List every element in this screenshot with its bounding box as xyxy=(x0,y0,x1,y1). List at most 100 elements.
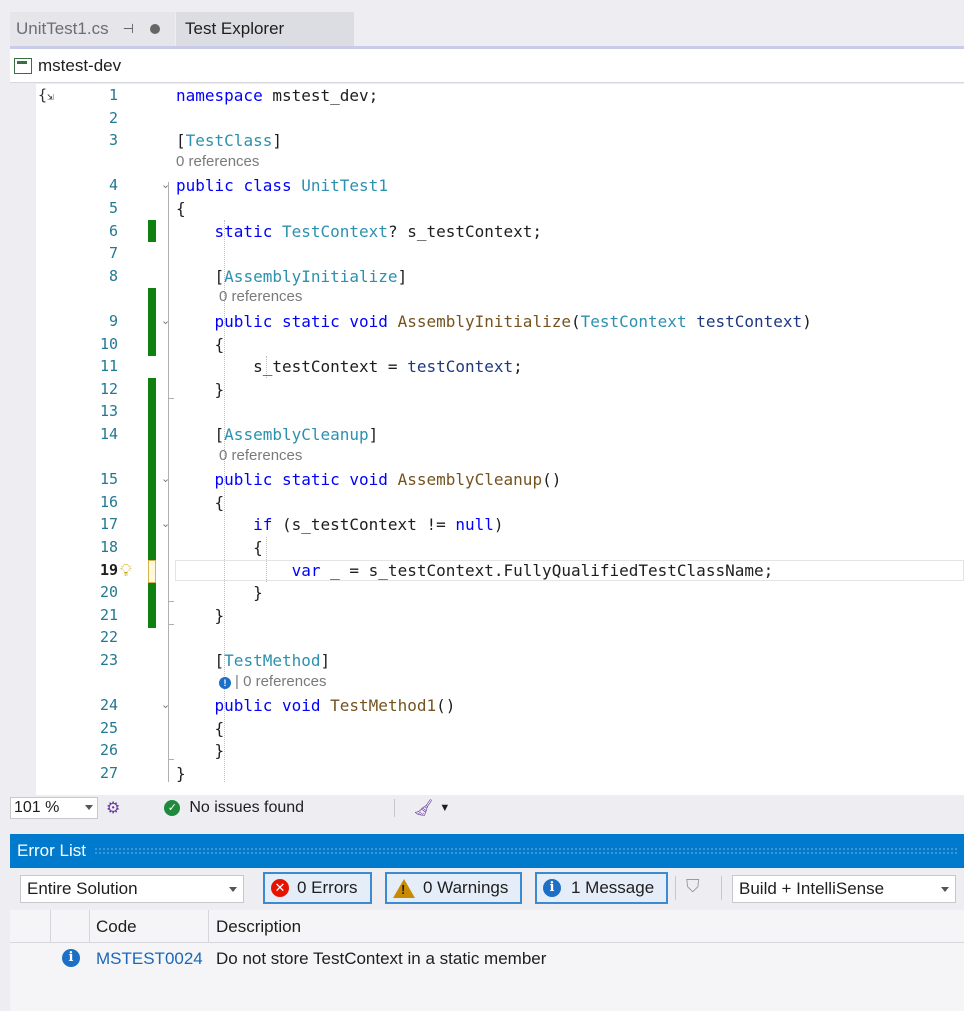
warnings-filter-button[interactable]: ! 0 Warnings xyxy=(385,872,522,904)
fold-chevron-icon[interactable]: ⌄ xyxy=(161,519,171,530)
code-text[interactable]: } xyxy=(176,378,225,401)
code-line[interactable]: 18 { xyxy=(10,536,964,559)
code-line[interactable]: 22 xyxy=(10,626,964,649)
fold-chevron-icon[interactable]: ⌄ xyxy=(161,180,171,191)
code-text[interactable]: [AssemblyCleanup] xyxy=(176,423,379,446)
code-text[interactable]: } xyxy=(176,762,186,785)
code-line[interactable]: 21 } xyxy=(10,604,964,627)
navigation-bar[interactable]: mstest-dev xyxy=(10,49,964,83)
code-text[interactable]: } xyxy=(176,604,225,627)
column-description[interactable]: Description xyxy=(216,917,301,937)
code-text[interactable]: namespace mstest_dev; xyxy=(176,84,378,107)
code-text[interactable]: public static void AssemblyInitialize(Te… xyxy=(176,310,812,333)
code-line[interactable]: 4 ⌄ public class UnitTest1 xyxy=(10,174,964,197)
code-line[interactable]: 23 [TestMethod] xyxy=(10,649,964,672)
column-separator[interactable] xyxy=(208,910,209,942)
code-line[interactable]: 26 } xyxy=(10,739,964,762)
code-line[interactable]: 16 { xyxy=(10,491,964,514)
filter-icon[interactable]: ⛉ xyxy=(686,876,700,897)
code-text[interactable]: [TestClass] xyxy=(176,129,282,152)
code-text[interactable]: s_testContext = testContext; xyxy=(176,355,523,378)
code-line[interactable]: 7 xyxy=(10,242,964,265)
code-token: ) xyxy=(802,312,812,331)
code-token: AssemblyInitialize xyxy=(224,266,398,286)
code-line[interactable]: 27} xyxy=(10,762,964,785)
messages-filter-button[interactable]: i 1 Message xyxy=(535,872,668,904)
code-line[interactable]: 5{ xyxy=(10,197,964,220)
pin-icon[interactable]: ⊣ xyxy=(123,21,134,37)
code-text[interactable]: { xyxy=(176,197,186,220)
code-line[interactable]: 9 ⌄ public static void AssemblyInitialize… xyxy=(10,310,964,333)
code-line[interactable]: 1 namespace mstest_dev; xyxy=(10,84,964,107)
code-line[interactable]: 11 s_testContext = testContext; xyxy=(10,355,964,378)
code-text[interactable]: { xyxy=(176,333,225,356)
tab-unittest1[interactable]: UnitTest1.cs ⊣ xyxy=(10,12,175,46)
code-line[interactable]: 12 } xyxy=(10,378,964,401)
lightbulb-icon[interactable]: 💡︎ xyxy=(120,561,132,581)
tab-test-explorer[interactable]: Test Explorer xyxy=(176,12,354,46)
error-code-link[interactable]: MSTEST0024 xyxy=(96,949,203,969)
column-separator[interactable] xyxy=(89,910,90,942)
code-line[interactable]: 14 [AssemblyCleanup] xyxy=(10,423,964,446)
code-line[interactable]: 25 { xyxy=(10,717,964,740)
column-code[interactable]: Code xyxy=(96,917,137,937)
copilot-icon[interactable]: ⚙ xyxy=(106,798,120,818)
code-text[interactable]: { xyxy=(176,491,225,514)
codelens-references[interactable]: 0 references xyxy=(219,288,302,306)
fold-chevron-icon[interactable]: ⌄ xyxy=(161,700,171,711)
errors-filter-button[interactable]: ✕ 0 Errors xyxy=(263,872,372,904)
code-line[interactable]: 20 } xyxy=(10,581,964,604)
code-text[interactable]: if (s_testContext != null) xyxy=(176,513,503,536)
code-text[interactable]: public void TestMethod1() xyxy=(176,694,456,717)
code-line[interactable]: 15 ⌄ public static void AssemblyCleanup() xyxy=(10,468,964,491)
issues-status[interactable]: No issues found xyxy=(189,799,304,817)
code-token: ] xyxy=(397,266,408,286)
titlebar-grip xyxy=(93,847,958,855)
code-token: () xyxy=(436,696,456,716)
code-text[interactable]: } xyxy=(176,739,225,762)
code-cleanup-icon[interactable]: 🧹︎ xyxy=(413,798,433,818)
code-line[interactable]: 2 xyxy=(10,107,964,130)
code-text[interactable]: static TestContext? s_testContext; xyxy=(176,220,543,243)
code-line[interactable]: 19 var _ = s_testContext.FullyQualifiedT… xyxy=(10,559,964,582)
code-editor[interactable]: {⇲ 1 namespace mstest_dev; 2 3 [TestClass] 0 … xyxy=(10,84,964,795)
info-icon[interactable]: ! xyxy=(219,676,231,689)
codelens-references[interactable]: ! | 0 references xyxy=(219,673,326,691)
scope-dropdown[interactable]: Entire Solution xyxy=(20,875,244,903)
error-list-toolbar: Entire Solution ✕ 0 Errors ! 0 Warnings … xyxy=(10,868,964,910)
code-text[interactable]: { xyxy=(176,717,225,740)
code-text[interactable]: [AssemblyInitialize] xyxy=(176,265,408,288)
code-line[interactable]: 13 xyxy=(10,400,964,423)
codelens-references[interactable]: 0 references xyxy=(176,153,259,171)
code-text[interactable]: public class UnitTest1 xyxy=(176,174,388,197)
codelens-references[interactable]: 0 references xyxy=(219,447,302,465)
code-line[interactable]: 8 [AssemblyInitialize] xyxy=(10,265,964,288)
close-dot-icon[interactable] xyxy=(149,24,160,34)
table-row[interactable]: i MSTEST0024 Do not store TestContext in… xyxy=(10,943,964,973)
code-token: [ xyxy=(176,651,225,670)
line-number: 22 xyxy=(99,628,118,647)
code-line[interactable]: 6 static TestContext? s_testContext; xyxy=(10,220,964,243)
code-token: TestContext xyxy=(281,221,388,241)
code-text[interactable]: { xyxy=(176,536,263,559)
fold-chevron-icon[interactable]: ⌄ xyxy=(161,316,171,327)
code-line[interactable]: 10 { xyxy=(10,333,964,356)
code-text[interactable]: [TestMethod] xyxy=(176,649,331,672)
code-text[interactable]: var _ = s_testContext.FullyQualifiedTest… xyxy=(176,559,774,582)
code-line[interactable]: 17 ⌄ if (s_testContext != null) xyxy=(10,513,964,536)
divider xyxy=(394,799,396,817)
chevron-down-icon[interactable]: ▼ xyxy=(439,802,450,814)
code-text[interactable]: public static void AssemblyCleanup() xyxy=(176,468,562,491)
fold-chevron-icon[interactable]: ⌄ xyxy=(161,474,171,485)
source-value: Build + IntelliSense xyxy=(739,879,885,898)
code-line[interactable]: 24 ⌄ public void TestMethod1() xyxy=(10,694,964,717)
line-number: 27 xyxy=(99,764,118,782)
zoom-dropdown[interactable]: 101 % xyxy=(10,797,98,819)
code-text[interactable]: } xyxy=(176,581,263,604)
code-line[interactable]: 3 [TestClass] xyxy=(10,129,964,152)
source-dropdown[interactable]: Build + IntelliSense xyxy=(732,875,956,903)
